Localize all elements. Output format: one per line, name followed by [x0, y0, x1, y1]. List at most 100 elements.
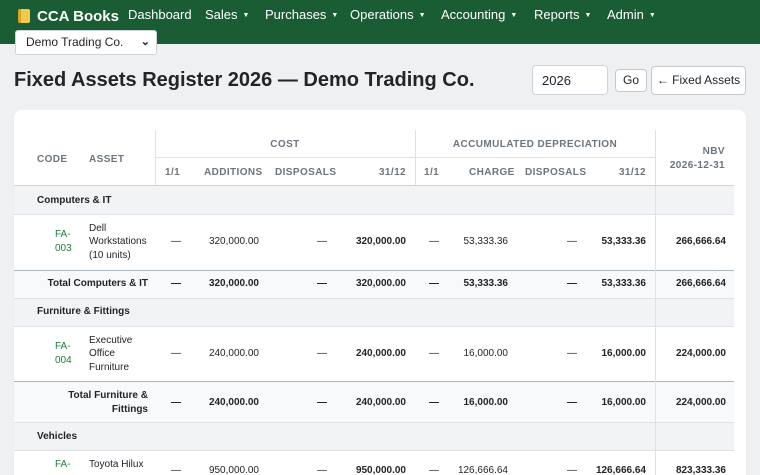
cost-open: —: [171, 236, 181, 247]
brand[interactable]: CCA Books: [18, 7, 119, 25]
asset-name: Workstations: [89, 236, 147, 247]
asset-name: Furniture: [89, 362, 130, 373]
cost-close: 320,000.00: [355, 236, 406, 247]
charge: 16,000.00: [463, 348, 509, 359]
brand-label: CCA Books: [37, 7, 119, 25]
total-nbv: 266,666.64: [675, 278, 726, 289]
total-charge: 53,333.36: [463, 278, 509, 289]
nbv: 823,333.36: [675, 465, 726, 475]
total-cost-open: —: [171, 397, 181, 408]
dep-close: 53,333.36: [601, 236, 647, 247]
additions: 320,000.00: [208, 236, 259, 247]
nav-operations-label: Operations: [350, 7, 414, 22]
charge: 126,666.64: [457, 465, 508, 475]
total-charge: 16,000.00: [463, 397, 509, 408]
total-dep-close: 16,000.00: [601, 397, 647, 408]
asset-name: Office: [89, 348, 115, 359]
caret-down-icon: ▼: [510, 12, 518, 19]
nav-admin[interactable]: Admin ▼: [607, 6, 656, 25]
additions: 950,000.00: [208, 465, 259, 475]
header-cost-open: 1/1: [165, 167, 181, 178]
nav-purchases[interactable]: Purchases ▼: [265, 6, 338, 25]
header-code: CODE: [37, 154, 68, 165]
book-icon: [18, 9, 30, 23]
dep-open: —: [429, 348, 439, 359]
nav-reports[interactable]: Reports ▼: [534, 6, 591, 25]
caret-down-icon: ▼: [584, 12, 592, 19]
back-to-fixed-assets-button[interactable]: ← Fixed Assets: [651, 66, 746, 95]
header-accumulated-depreciation: ACCUMULATED DEPRECIATION: [452, 139, 618, 150]
header-cost: COST: [270, 139, 300, 150]
total-dep-open: —: [429, 278, 439, 289]
dep-close: 16,000.00: [601, 348, 647, 359]
cost-open: —: [171, 348, 181, 359]
asset-name: Toyota Hilux: [89, 459, 144, 470]
total-dep-open: —: [429, 397, 439, 408]
nbv-col-divider: [655, 186, 656, 475]
caret-down-icon: ▼: [331, 12, 339, 19]
header-dep-open: 1/1: [424, 167, 440, 178]
asset-code-link[interactable]: FA-: [55, 459, 71, 470]
nav-dashboard[interactable]: Dashboard: [128, 6, 192, 24]
dep-open: —: [429, 465, 439, 475]
header-dep-close: 31/12: [618, 167, 646, 178]
charge: 53,333.36: [463, 236, 509, 247]
nav-accounting[interactable]: Accounting ▼: [441, 6, 517, 25]
dep-close: 126,666.64: [595, 465, 646, 475]
header-disposals: DISPOSALS: [275, 167, 337, 178]
nav-admin-label: Admin: [607, 7, 644, 22]
chevron-down-icon: ⌄: [140, 36, 150, 48]
row-divider: [14, 326, 734, 327]
nav-sales-label: Sales: [205, 7, 238, 22]
asset-name: (10 units): [89, 250, 131, 261]
dep-open: —: [429, 236, 439, 247]
asset-name: Executive: [89, 335, 133, 346]
total-label: Fittings: [111, 404, 148, 415]
asset-code-link[interactable]: FA-: [55, 341, 71, 352]
cost-open: —: [171, 465, 181, 475]
total-cost-close: 320,000.00: [355, 278, 406, 289]
asset-name: Dell: [89, 223, 107, 234]
year-input[interactable]: [532, 65, 608, 95]
additions: 240,000.00: [208, 348, 259, 359]
asset-code-link[interactable]: 003: [55, 243, 72, 254]
register-card: CODE ASSET COST ACCUMULATED DEPRECIATION…: [14, 110, 746, 475]
nav-reports-label: Reports: [534, 7, 580, 22]
go-button[interactable]: Go: [615, 69, 647, 92]
nbv: 224,000.00: [675, 348, 726, 359]
page-title: Fixed Assets Register 2026 — Demo Tradin…: [14, 69, 475, 91]
nav-purchases-label: Purchases: [265, 7, 327, 22]
header-charge: CHARGE: [469, 167, 515, 178]
cost-close: 240,000.00: [355, 348, 406, 359]
header-nbv: NBV: [702, 146, 725, 157]
nav-accounting-label: Accounting: [441, 7, 506, 22]
nav-dashboard-label: Dashboard: [128, 7, 192, 22]
caret-down-icon: ▼: [242, 12, 250, 19]
total-additions: 320,000.00: [208, 278, 259, 289]
total-cost-close: 240,000.00: [355, 397, 406, 408]
group-name: Furniture & Fittings: [37, 306, 130, 317]
header-nbv-date: 2026-12-31: [669, 160, 725, 171]
cost-close: 950,000.00: [355, 465, 406, 475]
total-dep-close: 53,333.36: [601, 278, 647, 289]
asset-code-link[interactable]: FA-: [55, 229, 71, 240]
company-select[interactable]: Demo Trading Co. ⌄: [15, 30, 157, 55]
asset-code-link[interactable]: 004: [55, 355, 72, 366]
total-label: Total Furniture &: [68, 390, 148, 401]
header-asset: ASSET: [89, 154, 125, 165]
caret-down-icon: ▼: [418, 12, 426, 19]
company-select-value: Demo Trading Co.: [26, 35, 124, 49]
nav-sales[interactable]: Sales ▼: [205, 6, 249, 25]
group-name: Vehicles: [37, 431, 78, 442]
total-label: Total Computers & IT: [47, 278, 148, 289]
header-additions: ADDITIONS: [204, 167, 263, 178]
row-divider: [14, 214, 734, 215]
header-divider: [155, 157, 655, 158]
row-divider: [14, 450, 734, 451]
group-row: [14, 423, 734, 450]
nav-operations[interactable]: Operations ▼: [350, 6, 426, 25]
caret-down-icon: ▼: [648, 12, 656, 19]
header-cost-close: 31/12: [378, 167, 406, 178]
total-additions: 240,000.00: [208, 397, 259, 408]
group-row: [14, 186, 734, 214]
